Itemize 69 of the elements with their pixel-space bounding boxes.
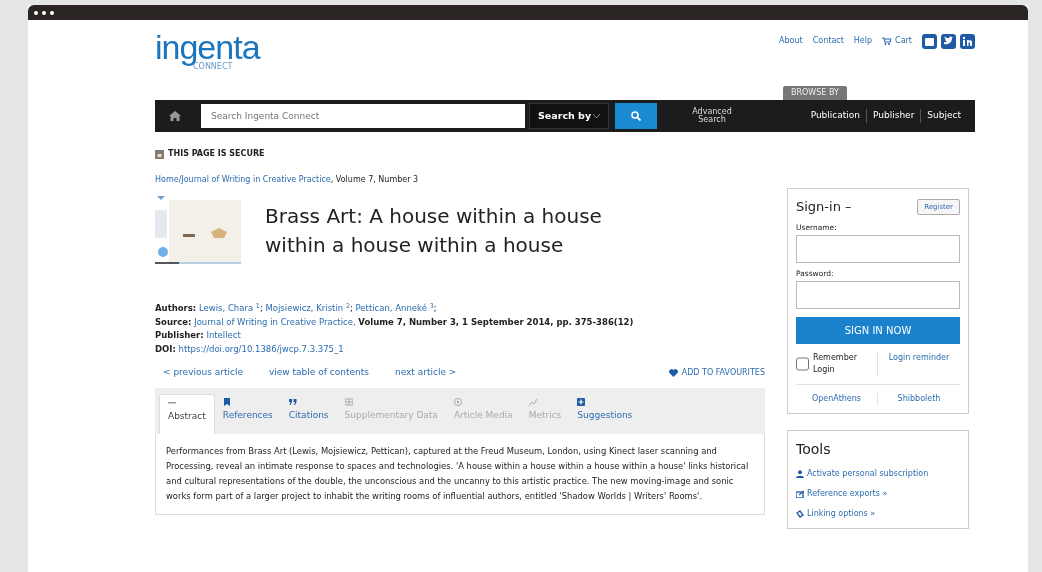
password-field[interactable]	[796, 281, 960, 309]
name-link[interactable]: Intellect	[206, 330, 241, 340]
author-separator: ;	[349, 303, 353, 313]
bookmark-icon	[222, 397, 231, 406]
source-label: Source:	[155, 316, 192, 327]
article-nav-link[interactable]: next article >	[394, 366, 457, 380]
search-icon	[631, 111, 641, 121]
person-icon	[796, 469, 804, 478]
breadcrumb-text: , Volume 7, Number 3	[330, 175, 419, 184]
authors-label: Authors:	[155, 303, 197, 313]
top-link[interactable]: Contact	[812, 35, 844, 47]
tools-link[interactable]: Reference exports »	[796, 488, 960, 500]
top-link[interactable]: Help	[853, 35, 873, 47]
caret-icon	[593, 114, 600, 118]
secure-notice: THIS PAGE IS SECURE	[168, 148, 265, 160]
browse-label: BROWSE BY	[783, 86, 847, 100]
image-icon	[453, 397, 462, 406]
home-icon[interactable]	[169, 111, 181, 121]
author-link[interactable]: Mojsiewicz, Kristin $^{2}$	[265, 303, 350, 313]
browse-link[interactable]: Subject	[920, 109, 967, 123]
login-reminder-link[interactable]: Login reminder	[888, 353, 950, 362]
lock-icon	[155, 149, 164, 159]
linkedin-icon[interactable]	[960, 33, 975, 49]
tools-title: Tools	[796, 440, 832, 459]
plus-icon	[577, 397, 586, 406]
tools-link[interactable]: Linking options »	[796, 508, 960, 520]
signin-title: Sign-in –	[796, 198, 852, 216]
breadcrumb-link[interactable]: Home	[155, 175, 179, 184]
quote-icon	[288, 397, 297, 406]
doi-label: DOI:	[155, 343, 176, 354]
search-button[interactable]	[615, 103, 657, 129]
article-tab[interactable]: Abstract	[159, 393, 215, 434]
source-details: Volume 7, Number 3, 1 September 2014, pp. 375-386(12)	[358, 316, 634, 327]
publisher-label: Publisher:	[155, 330, 204, 340]
top-link[interactable]: About	[779, 35, 803, 47]
add-to-favourites-link[interactable]: ADD TO FAVOURITES	[668, 366, 765, 379]
article-nav-link[interactable]: view table of contents	[269, 366, 369, 380]
browse-link[interactable]: Publication	[804, 109, 866, 123]
signin-option-link[interactable]: Shibboleth	[897, 394, 941, 403]
remember-label: Remember Login	[813, 352, 858, 376]
twitter-icon[interactable]	[941, 33, 956, 49]
author-separator: ;	[433, 303, 437, 313]
browse-link[interactable]: Publisher	[866, 109, 921, 123]
breadcrumb-separator: /	[178, 175, 182, 184]
tools-link[interactable]: Activate personal subscription	[796, 468, 960, 480]
search-by-dropdown[interactable]: Search by	[529, 103, 609, 129]
breadcrumb-link[interactable]: Journal of Writing in Creative Practice	[181, 175, 331, 184]
article-tab[interactable]: Citations	[280, 393, 337, 434]
cart-link[interactable]: Cart	[882, 35, 912, 47]
author-link[interactable]: Lewis, Chara $^{1}$	[198, 303, 260, 313]
sign-in-button[interactable]: SIGN IN NOW	[796, 317, 960, 344]
cart-icon	[882, 37, 892, 45]
advanced-search-link[interactable]: Advanced Search	[687, 108, 737, 124]
author-link[interactable]: Pettican, Anneké $^{3}$	[355, 303, 434, 313]
chart-icon	[528, 397, 537, 406]
search-field[interactable]: Search Ingenta Connect	[201, 104, 525, 128]
logo-text[interactable]: ingenta	[155, 30, 260, 64]
article-title: Brass Art: A house within a house within a house within a house	[265, 203, 603, 259]
heart-icon	[668, 368, 678, 377]
abstract-text: Performances from Brass Art (Lewis, Mojsiewicz, Pettican), captured at the Freud Museum, London, using Kinect laser scanning and Processing, reveal an intimate response to spaces and technologies. 'A house within a house within a house within a house' links historical and cultural representations of the double, the unconscious and the uncanny to this artistic practice. The new moving-image and sonic works form part of a larger project to inhabit the writing rooms of influential authors, entitled 'Shadow Worlds | Writers' Rooms'.	[155, 433, 765, 515]
article-tab[interactable]: References	[214, 393, 281, 434]
signin-option-link[interactable]: OpenAthens	[811, 394, 862, 403]
article-nav-link[interactable]: < previous article	[163, 366, 243, 380]
doi-link[interactable]: https://doi.org/10.1386/jwcp.7.3.375_1	[178, 343, 344, 354]
username-field[interactable]	[796, 234, 960, 263]
grid-icon	[344, 397, 353, 406]
article-tab[interactable]: Suggestions	[569, 393, 641, 434]
journal-link[interactable]: Journal of Writing in Creative Practice,	[194, 316, 356, 327]
author-separator: ;	[259, 303, 263, 313]
